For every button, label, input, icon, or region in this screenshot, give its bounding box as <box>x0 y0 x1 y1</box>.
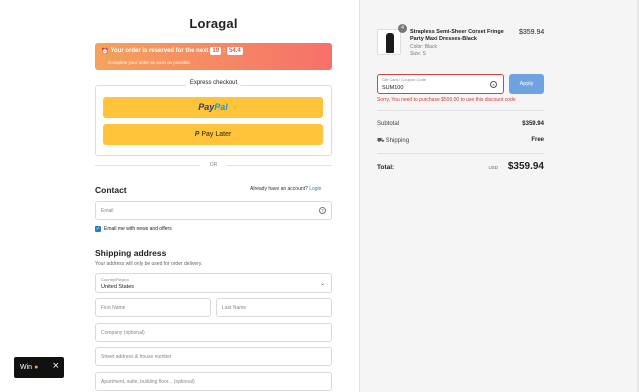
paypal-pay-later-button[interactable]: P Pay Later <box>103 124 323 145</box>
product-name: Strapless Semi-Sheer Corset Fringe Party… <box>410 29 504 42</box>
truck-icon: ⛟ <box>377 138 385 144</box>
timer-minutes: 19 <box>210 47 222 55</box>
paypal-pay-text: Pay <box>198 102 215 112</box>
chevron-down-icon: ⌄ <box>319 281 325 287</box>
express-checkout-box <box>95 85 332 156</box>
product-size: Size: S <box>410 51 426 57</box>
clock-icon: ⏰ <box>101 48 109 55</box>
paypal-pal-text: Pal <box>214 102 228 112</box>
coupon-value: SUM100 <box>382 85 404 91</box>
news-checkbox-row[interactable]: ✓ Email me with news and offers <box>95 226 172 232</box>
timer-seconds: 54.4 <box>227 47 243 55</box>
company-field[interactable]: Company (optional) <box>95 323 332 342</box>
apply-button[interactable]: Apply <box>509 74 544 94</box>
login-link[interactable]: Login <box>309 186 321 192</box>
win-label: Win <box>20 364 33 371</box>
currency-label: USD <box>488 165 498 170</box>
shipping-value: Free <box>531 137 544 143</box>
shipping-label: Shipping <box>385 138 410 144</box>
product-color: Color: Black <box>410 44 437 50</box>
divider <box>377 110 544 111</box>
or-divider: OR <box>95 162 332 168</box>
close-icon[interactable]: × <box>53 360 59 372</box>
store-logo[interactable]: Loragal <box>95 16 332 31</box>
last-name-field[interactable]: Last Name <box>216 298 332 317</box>
divider <box>377 153 544 154</box>
country-value: United States <box>101 284 135 290</box>
clear-icon[interactable]: × <box>490 81 497 88</box>
timer-subtext: Complete your order as soon as possible. <box>108 60 192 65</box>
contact-heading: Contact <box>95 185 127 195</box>
product-price: $359.94 <box>519 29 545 36</box>
email-placeholder: Email <box>101 208 114 214</box>
paypal-button[interactable]: PayPal <box>103 97 323 118</box>
reservation-timer-banner: ⏰ Your order is reserved for the next 19… <box>95 43 332 70</box>
express-checkout-title: Express checkout <box>185 80 242 86</box>
subtotal-value: $359.94 <box>522 121 544 127</box>
paypal-p-icon: P <box>194 131 200 138</box>
shipping-heading: Shipping address <box>95 248 167 258</box>
gift-icon: ● <box>34 364 39 371</box>
pay-later-label: Pay Later <box>201 131 232 138</box>
win-popup-button[interactable]: Win ● × <box>14 357 64 378</box>
first-name-field[interactable]: First Name <box>95 298 211 317</box>
total-label: Total: <box>377 164 395 171</box>
apartment-field[interactable]: Apartment, suite, building floor... (opt… <box>95 372 332 391</box>
subtotal-label: Subtotal <box>377 121 400 127</box>
street-address-field[interactable]: Street address & house number <box>95 347 332 366</box>
checkbox-checked-icon[interactable]: ✓ <box>95 226 101 232</box>
help-icon[interactable]: ? <box>319 207 326 214</box>
news-checkbox-label: Email me with news and offers <box>104 226 172 232</box>
quantity-badge: 4 <box>398 24 407 33</box>
email-field[interactable]: Email ? <box>95 201 332 220</box>
account-prompt: Already have an account? Login <box>250 186 322 192</box>
order-summary-panel: 4 Strapless Semi-Sheer Corset Fringe Par… <box>359 0 639 392</box>
coupon-error-message: Sorry, You need to purchase $500.00 to u… <box>377 97 516 103</box>
coupon-input[interactable]: Gift Card / Coupon Code SUM100 × <box>377 74 504 94</box>
coupon-label: Gift Card / Coupon Code <box>382 77 427 82</box>
total-row: Total: USD $359.94 <box>377 161 544 175</box>
checkout-form-panel: Loragal ⏰ Your order is reserved for the… <box>0 0 359 392</box>
country-label: Country/Region <box>101 277 129 282</box>
timer-text: Your order is reserved for the next <box>110 48 209 54</box>
shipping-subtext: Your address will only be used for order… <box>95 261 203 267</box>
product-thumbnail <box>377 29 401 55</box>
country-select[interactable]: Country/Region United States ⌄ <box>95 273 332 293</box>
total-value: $359.94 <box>507 161 544 172</box>
